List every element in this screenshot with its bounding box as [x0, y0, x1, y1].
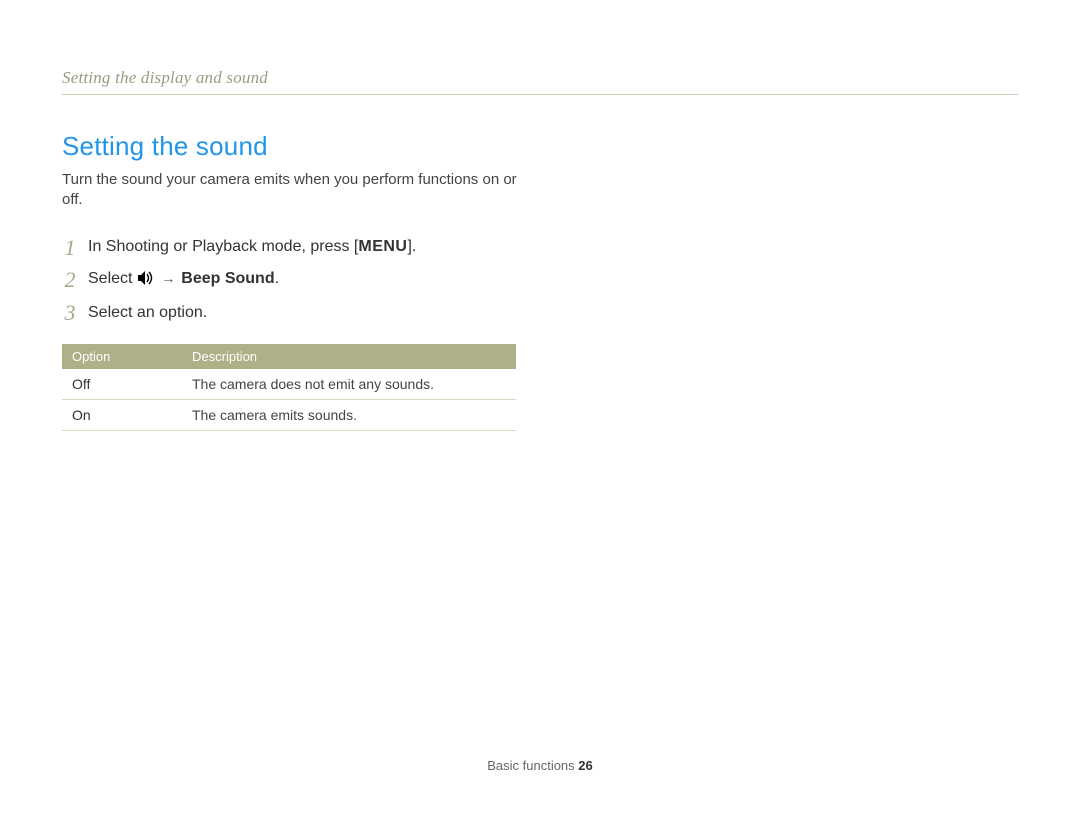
step-3: 3 Select an option. — [62, 302, 1018, 324]
intro-text: Turn the sound your camera emits when yo… — [62, 170, 532, 211]
step-1-post: ]. — [407, 238, 416, 255]
beep-sound-label: Beep Sound — [181, 270, 274, 287]
step-3-text: Select an option. — [88, 303, 207, 324]
step-number-1: 1 — [62, 237, 78, 259]
step-number-2: 2 — [62, 269, 78, 291]
step-2-select: Select — [88, 270, 137, 287]
header-option: Option — [62, 344, 182, 369]
description-on: The camera emits sounds. — [182, 400, 516, 431]
steps-list: 1 In Shooting or Playback mode, press [M… — [62, 237, 1018, 325]
step-number-3: 3 — [62, 302, 78, 324]
sound-icon — [137, 270, 155, 293]
step-2-text: Select → Beep Sound. — [88, 269, 279, 293]
option-off: Off — [62, 369, 182, 400]
arrow-icon: → — [159, 270, 181, 286]
step-1: 1 In Shooting or Playback mode, press [M… — [62, 237, 1018, 259]
step-2-period: . — [275, 270, 279, 287]
step-1-text: In Shooting or Playback mode, press [MEN… — [88, 237, 416, 258]
table-row: Off The camera does not emit any sounds. — [62, 369, 516, 400]
header-description: Description — [182, 344, 516, 369]
table-row: On The camera emits sounds. — [62, 400, 516, 431]
page-number: 26 — [578, 758, 592, 773]
options-table: Option Description Off The camera does n… — [62, 344, 516, 431]
divider — [62, 94, 1018, 95]
breadcrumb: Setting the display and sound — [62, 68, 1018, 88]
page-footer: Basic functions 26 — [0, 758, 1080, 773]
footer-label: Basic functions — [487, 758, 578, 773]
menu-button-label: MENU — [358, 238, 407, 255]
description-off: The camera does not emit any sounds. — [182, 369, 516, 400]
step-2: 2 Select → Beep Sound. — [62, 269, 1018, 293]
step-1-pre: In Shooting or Playback mode, press [ — [88, 238, 358, 255]
section-title: Setting the sound — [62, 131, 1018, 162]
table-header-row: Option Description — [62, 344, 516, 369]
option-on: On — [62, 400, 182, 431]
